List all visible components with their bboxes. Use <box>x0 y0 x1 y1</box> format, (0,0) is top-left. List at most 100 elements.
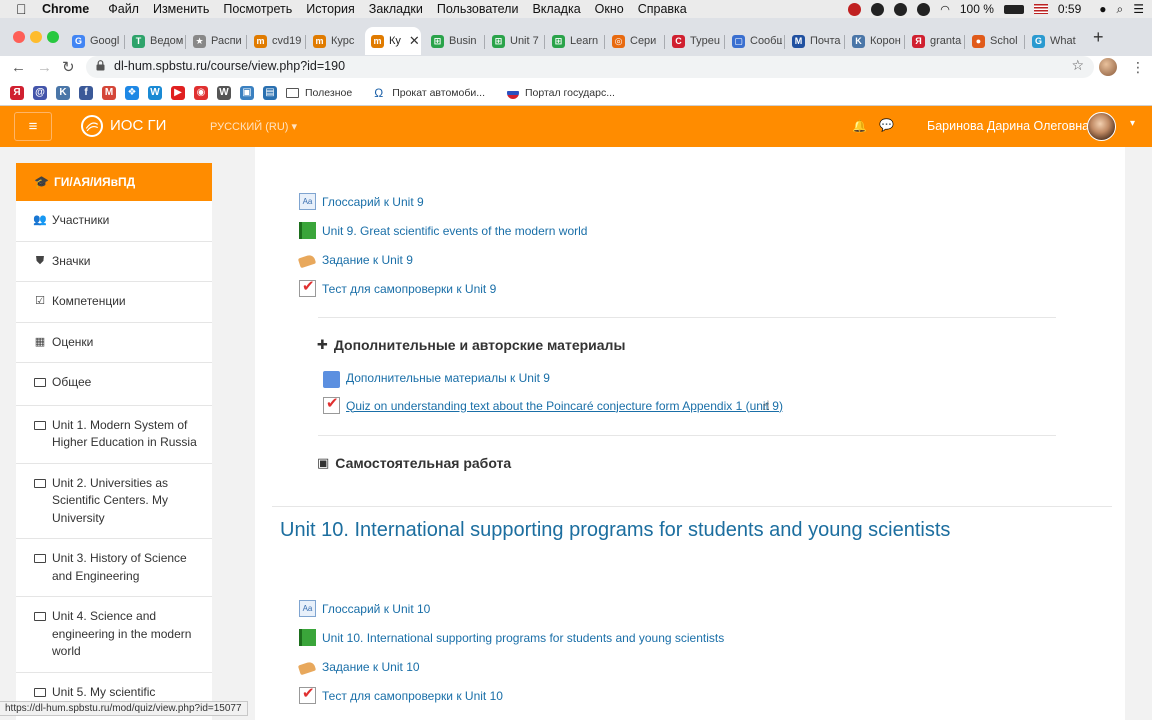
tab[interactable]: ★ Распи <box>187 27 244 55</box>
activity-link[interactable]: Quiz on understanding text about the Poi… <box>323 394 783 414</box>
section-title[interactable]: Unit 10. International supporting progra… <box>280 519 950 542</box>
user-name[interactable]: Баринова Дарина Олеговна <box>927 119 1089 133</box>
activity-link[interactable]: Unit 10. International supporting progra… <box>299 629 724 646</box>
more-options-icon[interactable]: ⋮ <box>1131 58 1145 76</box>
menu-app-name[interactable]: Chrome <box>42 2 89 16</box>
sidebar-item[interactable]: ⛊ Значки <box>16 242 212 282</box>
tab[interactable]: ⊞ Unit 7 <box>486 27 542 55</box>
zoom-window-button[interactable] <box>47 31 59 43</box>
bookmark-icon[interactable]: f <box>79 85 93 100</box>
sidebar-item[interactable]: 👥 Участники <box>16 201 212 242</box>
bookmark-icon[interactable]: ❖ <box>125 85 139 100</box>
tab[interactable]: M Почта <box>786 27 842 55</box>
address-bar[interactable]: dl-hum.spbstu.ru/course/view.php?id=190 … <box>86 56 1094 78</box>
sidebar-item[interactable]: Unit 4. Science and engineering in the m… <box>16 597 212 673</box>
menu-file[interactable]: Файл <box>108 2 139 16</box>
info-icon[interactable] <box>871 2 885 16</box>
menu-history[interactable]: История <box>306 2 354 16</box>
bookmark-icon[interactable]: W <box>217 85 231 100</box>
menu-bookmarks[interactable]: Закладки <box>369 2 423 16</box>
tab[interactable]: K Корон <box>846 27 902 55</box>
activity-link[interactable]: Тест для самопроверки к Unit 9 <box>299 277 496 297</box>
bookmark-icon[interactable]: ▣ <box>240 85 254 100</box>
bookmark-icon[interactable]: @ <box>33 85 47 100</box>
site-name[interactable]: ИОС ГИ <box>110 117 166 134</box>
status-app-icon[interactable] <box>848 2 862 16</box>
activity-link[interactable]: Задание к Unit 10 <box>299 658 420 675</box>
bookmark-icon[interactable]: Я <box>10 85 24 100</box>
back-icon[interactable]: ← <box>11 58 26 78</box>
bookmark-icon[interactable]: W <box>148 85 162 100</box>
hamburger-icon[interactable]: ≡ <box>14 112 52 141</box>
close-window-button[interactable] <box>13 31 25 43</box>
tab[interactable]: ⊞ Learn <box>546 27 602 55</box>
activity-link[interactable]: Aa Глоссарий к Unit 10 <box>299 600 430 617</box>
activity-link[interactable]: Задание к Unit 9 <box>299 251 413 268</box>
flag-icon[interactable] <box>1033 4 1048 14</box>
forward-icon[interactable]: → <box>37 58 52 78</box>
profile-avatar[interactable] <box>1099 58 1117 76</box>
tab[interactable]: ◎ Сери <box>606 27 662 55</box>
sidebar-item[interactable]: Unit 1. Modern System of Higher Educatio… <box>16 406 212 464</box>
apple-icon[interactable]:  <box>16 2 30 16</box>
menu-edit[interactable]: Изменить <box>153 2 209 16</box>
bookmark-folder-useful[interactable]: Полезное <box>286 87 352 99</box>
close-tab-icon[interactable]: ✕ <box>409 33 420 49</box>
bookmark-icon[interactable]: ▤ <box>263 85 277 100</box>
site-logo[interactable] <box>81 115 103 137</box>
bookmark-icon[interactable]: M <box>102 85 116 100</box>
tab[interactable]: m cvd19 <box>248 27 303 55</box>
battery-icon[interactable] <box>1003 4 1024 14</box>
bookmark-icon[interactable]: ▶ <box>171 85 185 100</box>
bookmark-car-rental[interactable]: Ω Прокат автомоби... <box>374 87 485 99</box>
cloud-icon[interactable] <box>894 2 908 16</box>
bookmark-icon[interactable]: ◉ <box>194 85 208 100</box>
sidebar-item[interactable]: Unit 3. History of Science and Engineeri… <box>16 539 212 597</box>
tab[interactable]: ▢ Сообщ <box>726 27 782 55</box>
new-tab-button[interactable]: + <box>1093 27 1104 47</box>
messages-chat-icon[interactable]: 💬 <box>879 118 894 132</box>
language-label: РУССКИЙ (RU) <box>210 121 289 133</box>
tab[interactable]: m Курс <box>307 27 361 55</box>
tab[interactable]: G What <box>1026 27 1082 55</box>
menu-window[interactable]: Окно <box>595 2 624 16</box>
tab[interactable]: Т Ведом <box>126 27 183 55</box>
menu-tab[interactable]: Вкладка <box>532 2 580 16</box>
user-avatar[interactable] <box>1087 112 1116 141</box>
sidebar-item[interactable]: Общее <box>16 363 212 406</box>
tab-active[interactable]: m Ку ✕ <box>365 27 421 55</box>
menu-help[interactable]: Справка <box>638 2 687 16</box>
sidebar-item[interactable]: ☑ Компетенции <box>16 282 212 323</box>
tab[interactable]: Яgranta <box>906 27 962 55</box>
tab[interactable]: ⊞ Busin <box>425 27 482 55</box>
notifications-bell-icon[interactable]: 🔔 <box>852 119 867 133</box>
address-url[interactable]: dl-hum.spbstu.ru/course/view.php?id=190 <box>114 59 345 73</box>
tab[interactable]: ● Schol <box>966 27 1022 55</box>
tab-label: cvd19 <box>272 35 302 47</box>
bookmark-icon[interactable]: K <box>56 85 70 100</box>
tab[interactable]: G Googl <box>66 27 122 55</box>
activity-link[interactable]: Тест для самопроверки к Unit 10 <box>299 684 503 704</box>
wifi-icon[interactable]: ◠ <box>940 3 950 16</box>
language-menu[interactable]: РУССКИЙ (RU) ▾ <box>210 120 297 133</box>
tab-favicon-icon: ● <box>972 34 985 48</box>
user-icon[interactable]: ● <box>1099 2 1106 16</box>
activity-link[interactable]: Unit 9. Great scientific events of the m… <box>299 222 587 239</box>
sidebar-course-home[interactable]: 🎓 ГИ/АЯ/ИЯвПД <box>16 163 212 201</box>
bookmark-gosuslugi[interactable]: Портал государс... <box>506 86 615 99</box>
moon-icon[interactable] <box>917 2 931 16</box>
activity-link[interactable]: Aa Глоссарий к Unit 9 <box>299 193 424 210</box>
user-menu-caret-icon[interactable]: ▾ <box>1130 118 1135 129</box>
minimize-window-button[interactable] <box>30 31 42 43</box>
bookmark-star-icon[interactable]: ☆ <box>1071 57 1084 74</box>
activity-link[interactable]: Дополнительные материалы к Unit 9 <box>323 368 550 388</box>
tab[interactable]: C Typeu <box>666 27 722 55</box>
spotlight-icon[interactable]: ⌕ <box>1117 2 1124 17</box>
reload-icon[interactable]: ↻ <box>62 58 75 78</box>
menu-list-icon[interactable]: ☰ <box>1133 2 1144 16</box>
sidebar-item[interactable]: Unit 2. Universities as Scientific Cente… <box>16 464 212 539</box>
menu-view[interactable]: Посмотреть <box>223 2 292 16</box>
sidebar-item[interactable]: ▦ Оценки <box>16 323 212 363</box>
menu-people[interactable]: Пользователи <box>437 2 519 16</box>
clock[interactable]: 0:59 <box>1058 2 1081 16</box>
